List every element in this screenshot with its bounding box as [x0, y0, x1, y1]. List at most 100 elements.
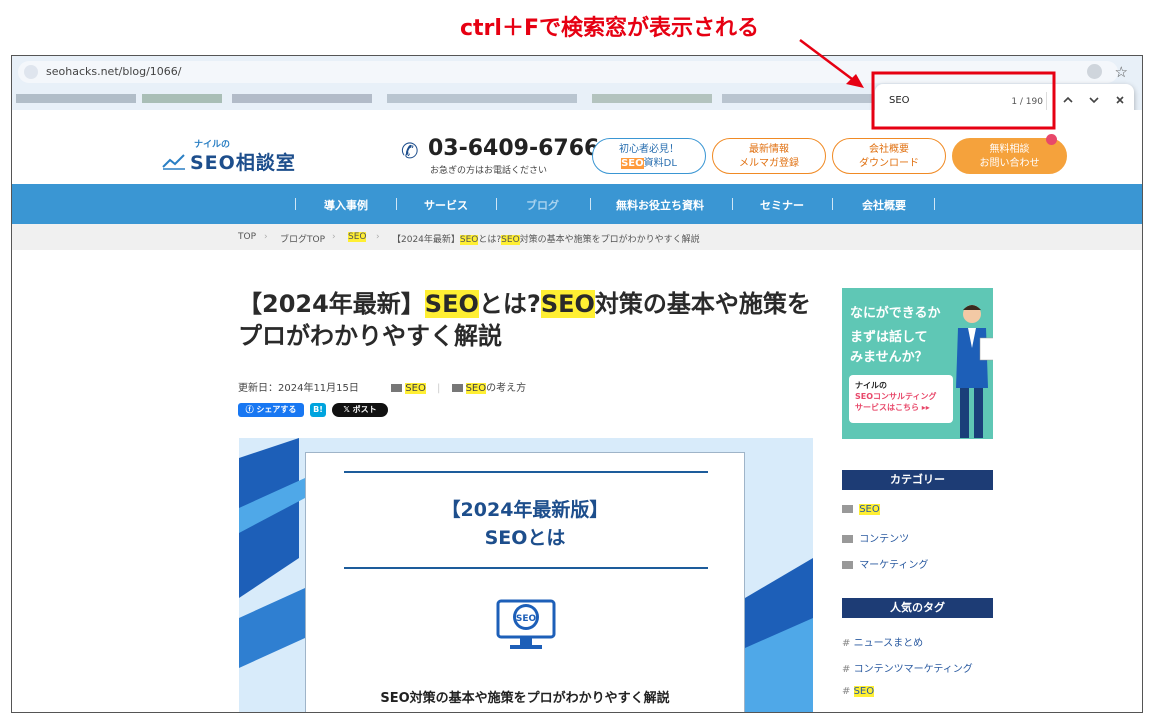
sidebar-ad-banner[interactable]: なにができるか まずは話して みませんか？ ナイルの SEOコンサルティング サ… [842, 288, 993, 439]
hero-rule [344, 471, 708, 473]
button-line: 初心者必見！ [619, 144, 679, 155]
button-line: 無料相談 [989, 144, 1030, 155]
highlight: SEO [501, 235, 520, 245]
nav-item-cases[interactable]: 導入事例 [324, 197, 368, 213]
ad-box-line1: ナイルの [855, 381, 887, 390]
nav-item-services[interactable]: サービス [424, 197, 468, 213]
hash-icon: # [842, 638, 851, 649]
category-text: の考え方 [486, 383, 527, 394]
site-info-icon[interactable] [24, 65, 38, 79]
tag-label: コンテンツマーケティング [853, 664, 973, 675]
nav-divider [295, 198, 296, 210]
title-text: とは? [478, 290, 541, 318]
phone-icon: ✆ [401, 139, 419, 163]
breadcrumb-seo[interactable]: SEO [348, 232, 367, 242]
nav-divider [590, 198, 591, 210]
site-logo[interactable]: SEO相談室 [190, 148, 296, 175]
title-text: 【2024年最新】 [238, 290, 425, 318]
nav-divider [934, 198, 935, 210]
sidebar-category-marketing[interactable]: マーケティング [842, 556, 928, 571]
ad-line2: まずは話して [850, 330, 928, 345]
category-label: SEO [859, 504, 880, 515]
find-next-button[interactable] [1085, 93, 1103, 111]
nav-divider [732, 198, 733, 210]
highlight: SEO [348, 232, 367, 242]
tags-heading: 人気のタグ [842, 598, 993, 618]
blurred-bookmark [387, 94, 577, 103]
sidebar-tag-news[interactable]: # ニュースまとめ [842, 634, 923, 649]
ad-line3: みませんか？ [850, 350, 928, 365]
close-icon [1116, 96, 1124, 104]
highlight: SEO [621, 158, 644, 169]
ad-box-line2: SEOコンサルティング [855, 392, 937, 401]
facebook-share-button[interactable]: ⓕ シェアする [238, 403, 304, 417]
phone-number[interactable]: 03-6409-6766 [428, 136, 599, 161]
find-match-count: 1 / 190 [1011, 97, 1043, 107]
hatena-bookmark-button[interactable]: B! [310, 403, 326, 417]
nav-item-company[interactable]: 会社概要 [862, 197, 906, 213]
share-label: シェアする [256, 405, 297, 414]
breadcrumb-blog-top[interactable]: ブログTOP [280, 232, 325, 245]
article-meta: 更新日：2024年11月15日 SEO | SEOの考え方 [238, 383, 527, 394]
url-text[interactable]: seohacks.net/blog/1066/ [46, 65, 182, 78]
highlight: SEO [459, 235, 479, 245]
address-bar[interactable] [18, 61, 1118, 83]
ad-line1: なにができるか [850, 306, 941, 321]
hero-title-line1: 【2024年最新版】 [441, 499, 609, 521]
button-line: 会社概要 [869, 144, 909, 155]
hash-icon: # [842, 686, 851, 697]
notification-dot [1046, 134, 1057, 145]
category-seo-thinking-link[interactable]: SEOの考え方 [465, 383, 527, 394]
folder-icon [842, 505, 853, 513]
main-nav: 導入事例 サービス ブログ 無料お役立ち資料 セミナー 会社概要 [12, 184, 1142, 224]
newsletter-button[interactable]: 最新情報 メルマガ登録 [712, 138, 826, 174]
sidebar-tag-seo[interactable]: # SEO [842, 686, 875, 697]
nav-divider [396, 198, 397, 210]
ad-info-box: ナイルの SEOコンサルティング サービスはこちら ▸▸ [849, 375, 953, 423]
crumb-text: 【2024年最新】 [392, 235, 460, 245]
breadcrumb-sep: › [332, 232, 336, 242]
hero-title-line2: SEOとは [484, 527, 566, 549]
hero-icon-label: SEO [516, 614, 537, 624]
folder-icon [391, 384, 403, 392]
seo-monitor-icon: SEO [496, 599, 556, 649]
businessman-illustration [956, 305, 993, 438]
category-seo-link[interactable]: SEO [405, 383, 426, 394]
nav-item-seminar[interactable]: セミナー [760, 197, 804, 213]
x-post-button[interactable]: 𝕏 ポスト [332, 403, 388, 417]
hash-icon: # [842, 664, 851, 675]
sidebar-category-seo[interactable]: SEO [842, 504, 880, 515]
extension-icon[interactable] [1087, 64, 1102, 79]
button-line: お問い合わせ [979, 158, 1040, 169]
folder-icon [842, 535, 853, 543]
find-input[interactable] [889, 95, 969, 106]
breadcrumb-sep: › [376, 232, 380, 242]
find-close-button[interactable] [1111, 93, 1129, 111]
nav-item-materials[interactable]: 無料お役立ち資料 [616, 197, 704, 213]
crumb-text: 対策の基本や施策をプロがわかりやすく解説 [519, 235, 700, 245]
seo-material-dl-button[interactable]: 初心者必見！ SEO資料DL [592, 138, 706, 174]
highlight: SEO [540, 290, 595, 318]
highlight: SEO [465, 383, 487, 394]
category-label: マーケティング [859, 560, 929, 571]
bookmark-star-icon[interactable]: ☆ [1115, 63, 1128, 81]
find-prev-button[interactable] [1059, 93, 1077, 111]
breadcrumb-sep: › [264, 232, 268, 242]
sidebar-category-content[interactable]: コンテンツ [842, 530, 909, 545]
share-label: ポスト [352, 405, 377, 414]
sidebar-tag-content-marketing[interactable]: # コンテンツマーケティング [842, 660, 973, 675]
company-download-button[interactable]: 会社概要 ダウンロード [832, 138, 946, 174]
facebook-icon: ⓕ [245, 405, 257, 414]
blurred-bookmark [232, 94, 372, 103]
blurred-bookmark [592, 94, 712, 103]
phone-note: お急ぎの方はお電話ください [430, 166, 548, 176]
tag-label: ニュースまとめ [853, 638, 924, 649]
nav-item-blog[interactable]: ブログ [526, 197, 559, 213]
blurred-bookmark [142, 94, 222, 103]
breadcrumb-top[interactable]: TOP [238, 232, 256, 242]
hero-card: 【2024年最新版】 SEOとは SEO SEO対策の基本や施策をプロがわかりや… [305, 452, 745, 712]
chevron-down-icon [1089, 97, 1099, 104]
breadcrumb: TOP › ブログTOP › SEO › 【2024年最新】SEOとは?SEO対… [12, 224, 1142, 250]
folder-icon [451, 384, 463, 392]
tag-label: SEO [853, 686, 875, 697]
